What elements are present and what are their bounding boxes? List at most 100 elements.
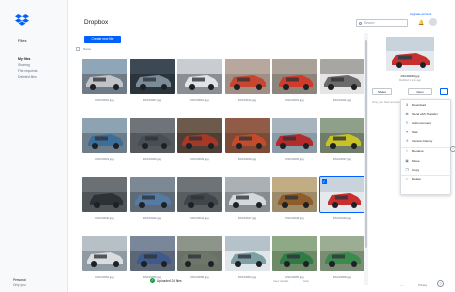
file-thumbnail[interactable] <box>129 59 175 94</box>
file-tile[interactable]: DSC03044.jpg <box>177 177 222 221</box>
menu-item-star[interactable]: ✦ Star <box>405 130 418 134</box>
menu-item-download[interactable]: ⬇ Download <box>405 103 426 107</box>
share-button[interactable]: Share <box>372 88 392 95</box>
preview-file-name: DSC03049.jpg <box>400 74 420 78</box>
select-all-checkbox[interactable] <box>76 47 80 51</box>
selected-check-icon[interactable]: ✓ <box>321 179 327 184</box>
more-actions-button[interactable]: ... <box>440 88 448 95</box>
file-tile[interactable]: DSC03058.jpg <box>177 236 222 280</box>
file-thumbnail[interactable] <box>177 59 222 94</box>
file-name: DSC03068.jpg <box>332 275 352 279</box>
dropbox-logo-icon[interactable] <box>15 14 29 26</box>
file-thumbnail[interactable] <box>272 118 317 153</box>
check-icon: ✓ <box>150 278 155 283</box>
file-thumbnail[interactable] <box>272 177 317 212</box>
file-tile[interactable]: DSC03012.jpg <box>224 59 270 103</box>
nav-files[interactable]: Files <box>18 38 26 43</box>
menu-item-label: Add comment <box>412 121 432 125</box>
file-tile[interactable]: DSC03021.jpg <box>319 59 365 103</box>
avatar[interactable] <box>429 18 437 26</box>
hide-link[interactable]: Hide <box>303 279 309 283</box>
file-tile[interactable]: DSC03068.jpg <box>319 236 365 280</box>
upload-status-text: Uploaded 24 files <box>157 278 182 283</box>
file-thumbnail[interactable] <box>82 236 127 271</box>
open-button[interactable]: Open <box>408 88 432 95</box>
file-tile[interactable]: DSC03026.jpg <box>129 118 175 162</box>
file-tile[interactable]: DSC03029.jpg <box>177 118 222 162</box>
menu-item-delete[interactable]: ▪ Delete <box>405 177 421 181</box>
name-column-header[interactable]: Name <box>83 47 91 51</box>
help-button[interactable]: ? <box>437 280 444 287</box>
sidebar-item-deleted-files[interactable]: Deleted files <box>18 74 37 80</box>
file-thumbnail[interactable] <box>82 177 127 212</box>
menu-divider <box>401 147 452 148</box>
file-thumbnail[interactable] <box>82 118 127 153</box>
search-input[interactable]: Search <box>356 19 408 27</box>
file-thumbnail[interactable] <box>272 236 317 271</box>
file-thumbnail[interactable] <box>82 59 127 94</box>
bell-icon[interactable]: 🔔 <box>418 20 424 26</box>
file-thumbnail[interactable] <box>177 118 222 153</box>
file-name: DSC03052.jpg <box>95 275 114 279</box>
file-thumbnail[interactable] <box>272 59 317 94</box>
file-thumbnail[interactable] <box>129 236 175 271</box>
file-name: DSC03048.jpg <box>285 216 304 220</box>
file-tile[interactable]: DSC03030.jpg <box>224 118 270 162</box>
file-tile[interactable]: DSC03007.jpg <box>129 59 175 103</box>
file-thumbnail[interactable] <box>177 236 222 271</box>
file-tile[interactable]: DSC03062.jpg <box>224 236 270 280</box>
file-thumbnail[interactable] <box>319 59 365 94</box>
file-tile[interactable]: DSC03024.jpg <box>82 118 127 162</box>
file-thumbnail[interactable] <box>224 177 270 212</box>
sidebar: Files My files Sharing File requests Del… <box>0 0 68 292</box>
file-name: DSC03042.jpg <box>142 216 162 220</box>
menu-item-version-history[interactable]: ↺ Version history <box>405 139 433 143</box>
file-tile[interactable]: DSC03001.jpg <box>82 59 127 103</box>
comment-icon: ✎ <box>405 121 409 125</box>
file-tile[interactable]: ✓ DSC03049.jpg <box>318 176 366 221</box>
file-tile[interactable]: DSC03048.jpg <box>272 177 317 221</box>
file-thumbnail[interactable] <box>224 59 270 94</box>
file-name: DSC03012.jpg <box>237 98 257 102</box>
create-new-file-button[interactable]: Create new file <box>84 36 121 43</box>
file-name: DSC03021.jpg <box>332 98 352 102</box>
file-thumbnail[interactable] <box>177 177 222 212</box>
view-details-link[interactable]: View details <box>273 279 288 283</box>
menu-item-label: Delete <box>412 177 421 181</box>
select-all-row: Name <box>76 47 91 51</box>
menu-item-add-comment[interactable]: ✎ Add comment <box>405 121 432 125</box>
sidebar-nav-list: My files Sharing File requests Deleted f… <box>18 56 37 80</box>
file-tile[interactable]: DSC03035.jpg <box>272 118 317 162</box>
file-tile[interactable]: DSC03019.jpg <box>272 59 317 103</box>
file-thumbnail[interactable] <box>224 118 270 153</box>
file-tile[interactable]: DSC03047.jpg <box>224 177 270 221</box>
file-thumbnail[interactable] <box>319 118 365 153</box>
menu-item-rename[interactable]: I Rename <box>405 149 424 153</box>
file-tile[interactable]: DSC03040.jpg <box>82 177 127 221</box>
file-thumbnail[interactable] <box>319 236 365 271</box>
file-thumbnail[interactable] <box>224 236 270 271</box>
file-tile[interactable]: DSC03037.jpg <box>319 118 365 162</box>
file-name: DSC03007.jpg <box>142 98 162 102</box>
account-switcher[interactable]: Personal Only you <box>13 278 26 288</box>
more-options-icon[interactable]: ··· <box>400 283 404 288</box>
file-tile[interactable]: DSC03052.jpg <box>82 236 127 280</box>
menu-item-label: Copy <box>412 168 420 172</box>
file-tile[interactable]: DSC03056.jpg <box>129 236 175 280</box>
menu-item-move[interactable]: ▣ Move <box>405 159 419 163</box>
menu-item-send-with-transfer[interactable]: ⇄ Send with Transfer <box>405 112 438 116</box>
collapse-panel-button[interactable]: › <box>450 146 455 152</box>
scrollbar-thumb[interactable] <box>365 40 367 248</box>
file-thumbnail[interactable] <box>129 118 175 153</box>
file-name: DSC03010.jpg <box>190 98 209 102</box>
file-thumbnail[interactable] <box>129 177 175 212</box>
file-name: DSC03030.jpg <box>237 157 257 161</box>
page-title: Dropbox <box>84 19 109 26</box>
upgrade-link[interactable]: Upgrade account <box>410 12 431 16</box>
file-name: DSC03040.jpg <box>95 216 114 220</box>
file-tile[interactable]: DSC03065.jpg <box>272 236 317 280</box>
file-tile[interactable]: DSC03010.jpg <box>177 59 222 103</box>
privacy-link[interactable]: Privacy <box>418 283 427 287</box>
file-tile[interactable]: DSC03042.jpg <box>129 177 175 221</box>
menu-item-copy[interactable]: ❐ Copy <box>405 168 419 172</box>
